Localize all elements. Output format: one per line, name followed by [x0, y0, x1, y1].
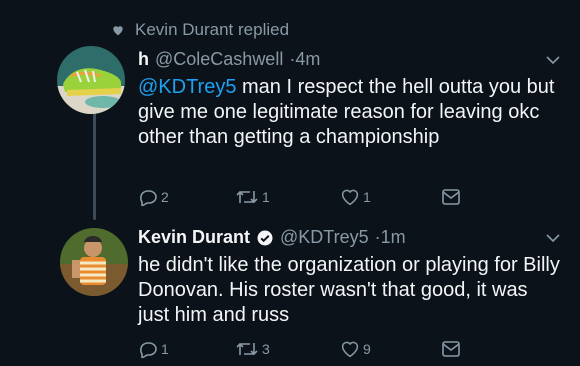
- heart-icon: [113, 26, 123, 36]
- reply-count: 2: [161, 189, 169, 205]
- like-icon: [341, 189, 359, 206]
- retweet-button[interactable]: 1: [235, 188, 270, 206]
- like-count: 1: [363, 189, 371, 205]
- timestamp[interactable]: ·1m: [375, 227, 406, 248]
- tweet-1-header: h @ColeCashwell ·4m: [138, 49, 560, 70]
- tweet-2[interactable]: Kevin Durant @KDTrey5 ·1m he didn't like…: [138, 227, 560, 337]
- verified-badge-icon: [257, 230, 273, 245]
- display-name[interactable]: Kevin Durant: [138, 227, 250, 248]
- avatar-kevin-durant[interactable]: [60, 228, 128, 296]
- mention-link[interactable]: @KDTrey5: [138, 76, 236, 98]
- tweet-1-text: @KDTrey5 man I respect the hell outta yo…: [138, 76, 555, 148]
- sneakers-image: [57, 46, 125, 114]
- reply-button[interactable]: 2: [138, 188, 169, 206]
- reply-count: 1: [161, 341, 169, 357]
- tweet-1-actions: 2 1 1: [138, 186, 558, 208]
- retweet-button[interactable]: 3: [235, 340, 270, 358]
- tweet-1[interactable]: h @ColeCashwell ·4m @KDTrey5 man I respe…: [138, 49, 560, 189]
- chevron-down-icon[interactable]: [546, 55, 560, 65]
- timestamp[interactable]: ·4m: [289, 49, 320, 70]
- like-count: 9: [363, 341, 371, 357]
- kevin-durant-photo: [60, 228, 128, 296]
- display-name[interactable]: h: [138, 49, 149, 70]
- direct-message-icon: [442, 189, 460, 205]
- chevron-down-icon[interactable]: [546, 233, 560, 243]
- thread-connector: [93, 103, 96, 220]
- retweet-icon: [236, 190, 258, 204]
- dm-button[interactable]: [441, 340, 461, 358]
- like-button[interactable]: 9: [340, 340, 371, 358]
- reply-button[interactable]: 1: [138, 340, 169, 358]
- direct-message-icon: [442, 341, 460, 357]
- retweet-count: 1: [262, 189, 270, 205]
- handle[interactable]: @ColeCashwell: [155, 49, 283, 70]
- tweet-2-header: Kevin Durant @KDTrey5 ·1m: [138, 227, 560, 248]
- reply-icon: [140, 190, 157, 206]
- like-button[interactable]: 1: [340, 188, 371, 206]
- handle[interactable]: @KDTrey5: [280, 227, 369, 248]
- retweet-icon: [236, 342, 258, 356]
- reply-context: Kevin Durant replied: [111, 20, 289, 40]
- tweet-2-text: he didn't like the organization or playi…: [138, 254, 560, 326]
- tweet-2-actions: 1 3 9: [138, 338, 558, 360]
- like-icon: [341, 341, 359, 358]
- dm-button[interactable]: [441, 188, 461, 206]
- retweet-count: 3: [262, 341, 270, 357]
- context-text: Kevin Durant replied: [135, 20, 290, 39]
- reply-icon: [140, 342, 157, 358]
- avatar-sneakers[interactable]: [57, 46, 125, 114]
